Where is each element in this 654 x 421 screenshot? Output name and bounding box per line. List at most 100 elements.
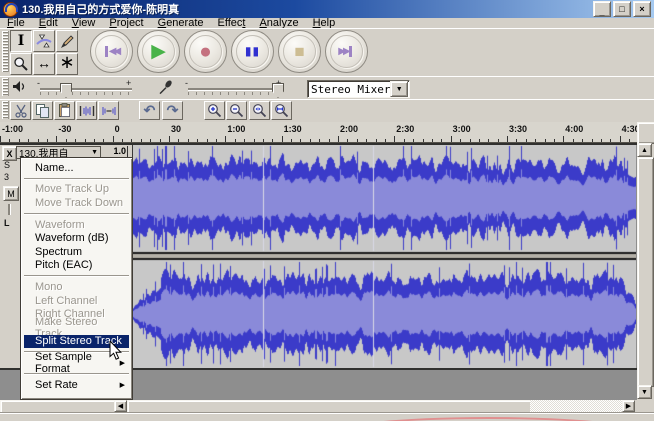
envelope-tool-button[interactable] — [33, 30, 55, 52]
scroll-up-button[interactable]: ▲ — [637, 143, 652, 157]
timeshift-tool-button[interactable] — [33, 53, 55, 75]
menu-item[interactable]: Project — [102, 18, 150, 29]
maximize-button[interactable]: □ — [613, 1, 631, 17]
redo-icon — [167, 102, 179, 120]
horizontal-scrollbar[interactable] — [530, 400, 622, 412]
menu-item[interactable]: Edit — [32, 18, 65, 29]
ruler-minor-tick — [215, 139, 217, 142]
track-close-button[interactable]: X — [2, 146, 17, 161]
menu-item[interactable]: File — [0, 18, 32, 29]
mixer-grip[interactable] — [2, 78, 9, 96]
amplitude-tick — [127, 146, 128, 157]
ruler-minor-tick — [197, 139, 199, 142]
multi-tool-button[interactable] — [56, 53, 78, 75]
ruler-minor-tick — [422, 139, 424, 142]
stereo-waveform[interactable] — [133, 145, 636, 368]
paste-button[interactable] — [54, 101, 75, 120]
menu-item[interactable]: Effect — [211, 18, 253, 29]
ruler-minor-tick — [478, 139, 480, 142]
record-button[interactable] — [184, 30, 227, 73]
ruler-label: 2:00 — [339, 124, 358, 134]
ruler-minor-tick — [65, 139, 67, 142]
ruler-minor-tick — [544, 139, 546, 142]
ruler-minor-tick — [488, 139, 490, 142]
ruler-minor-tick — [150, 139, 152, 142]
context-menu-item[interactable]: Move Track Down — [22, 196, 131, 210]
menu-item[interactable]: View — [65, 18, 103, 29]
menu-item[interactable]: Help — [306, 18, 343, 29]
silence-selection-button[interactable] — [98, 101, 119, 120]
play-button[interactable] — [137, 30, 180, 73]
selection-tool-button[interactable] — [10, 30, 32, 52]
track-menu-arrow-icon: ▼ — [91, 149, 98, 156]
menu-item[interactable]: Analyze — [252, 18, 305, 29]
ruler-major-tick — [112, 136, 114, 142]
mute-button[interactable]: M — [3, 186, 19, 201]
skip-to-start-button[interactable] — [90, 30, 133, 73]
ruler-minor-tick — [441, 139, 443, 142]
context-menu-item[interactable]: Name... — [22, 161, 131, 175]
silence-icon — [102, 106, 115, 115]
redo-button[interactable] — [162, 101, 183, 120]
fit-selection-button[interactable] — [249, 101, 270, 120]
context-menu-item[interactable] — [24, 212, 129, 215]
skip-to-end-button[interactable] — [325, 30, 368, 73]
ruler-minor-tick — [37, 139, 39, 142]
stop-button[interactable] — [278, 30, 321, 73]
gain-slider-fragment[interactable] — [8, 204, 10, 215]
ruler-corner — [637, 122, 654, 144]
ruler-minor-tick — [46, 139, 48, 142]
cut-button[interactable] — [10, 101, 31, 120]
play-icon — [151, 42, 166, 61]
output-min-label: - — [37, 78, 40, 88]
context-menu-item-label: Set Sample Format — [35, 350, 92, 375]
ruler-minor-tick — [497, 139, 499, 142]
undo-icon — [144, 102, 156, 120]
context-menu-item[interactable]: Pitch (EAC) — [22, 259, 131, 273]
context-menu-item[interactable]: Waveform — [22, 218, 131, 232]
draw-tool-button[interactable] — [56, 30, 78, 52]
fit-project-button[interactable] — [271, 101, 292, 120]
context-menu-item-label: Move Track Up — [35, 183, 109, 196]
undo-button[interactable] — [139, 101, 160, 120]
chevron-down-icon[interactable]: ▼ — [390, 81, 408, 97]
output-slider-track[interactable] — [40, 88, 132, 90]
mouse-cursor — [109, 341, 122, 360]
edit-grip[interactable] — [2, 101, 9, 119]
close-button[interactable]: × — [633, 1, 651, 17]
pause-button[interactable] — [231, 30, 274, 73]
context-menu-item[interactable]: Move Track Up — [22, 183, 131, 197]
zoom-tool-button[interactable] — [10, 53, 32, 75]
trim-outside-selection-button[interactable] — [76, 101, 97, 120]
scroll-right-button[interactable]: ▶ — [622, 400, 635, 412]
scroll-left-button[interactable]: ◀ — [114, 400, 127, 412]
context-menu-item[interactable]: Set Rate ▶ — [22, 378, 131, 392]
context-menu-item[interactable] — [24, 275, 129, 278]
track-info-line2: 3 — [4, 172, 10, 182]
input-min-label: - — [185, 78, 188, 88]
context-menu-item-label: Mono — [35, 280, 63, 293]
copy-button[interactable] — [32, 101, 53, 120]
track-info-line1: S — [4, 160, 11, 170]
ruler-minor-tick — [178, 139, 180, 142]
context-menu-item[interactable]: Left Channel — [22, 294, 131, 308]
context-menu-item[interactable] — [24, 177, 129, 180]
vertical-scroll-thumb[interactable] — [637, 157, 654, 387]
context-menu-item[interactable]: Mono — [22, 280, 131, 294]
context-menu-item[interactable]: Spectrum — [22, 245, 131, 259]
zoom-in-button[interactable] — [204, 101, 225, 120]
context-menu-item[interactable]: Make Stereo Track — [22, 316, 131, 340]
ruler-minor-tick — [262, 139, 264, 142]
menu-item[interactable]: Generate — [151, 18, 211, 29]
timeline-ruler[interactable]: -1:00 -30 0 30 1:00 1:30 2:00 2:30 3:00 3:30 4:00 4… — [0, 122, 637, 143]
minimize-button[interactable]: _ — [593, 1, 611, 17]
scroll-down-button[interactable]: ▼ — [637, 385, 652, 399]
context-menu-item[interactable] — [24, 372, 129, 375]
toolbar-grip[interactable] — [2, 31, 9, 72]
zoom-out-button[interactable] — [226, 101, 247, 120]
input-slider-track[interactable] — [188, 88, 282, 90]
stop-icon — [294, 44, 304, 60]
input-device-select[interactable]: Stereo Mixer ▼ — [307, 80, 410, 98]
window-title: 130.我用自己的方式爱你-陈明真 — [22, 4, 180, 16]
context-menu-item[interactable]: Waveform (dB) — [22, 231, 131, 245]
